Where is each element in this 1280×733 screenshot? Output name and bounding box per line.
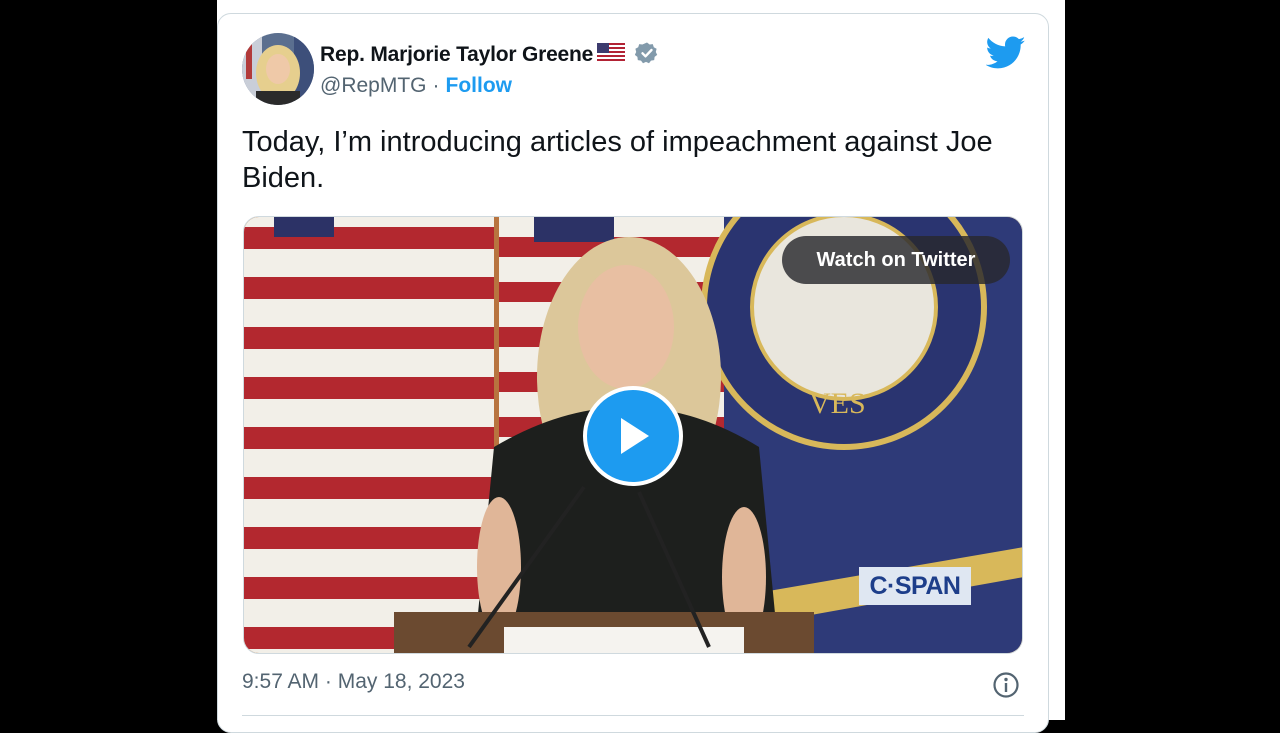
watch-on-twitter-button[interactable]: Watch on Twitter (782, 236, 1010, 284)
author-handle[interactable]: @RepMTG (320, 74, 427, 98)
play-button[interactable] (583, 386, 683, 486)
us-flag-icon (597, 42, 626, 68)
handle-separator: · (432, 74, 440, 97)
follow-button[interactable]: Follow (446, 74, 513, 98)
author-name[interactable]: Rep. Marjorie Taylor Greene (320, 43, 593, 67)
cspan-logo: C·SPAN (859, 567, 971, 605)
author-handle-row: @RepMTG · Follow (320, 72, 512, 100)
tweet-timestamp[interactable]: 9:57 AM · May 18, 2023 (242, 670, 465, 694)
svg-text:VES: VES (809, 387, 866, 420)
video-player[interactable]: VES Watch on Twitter C·SPAN (243, 216, 1023, 654)
play-icon (621, 418, 649, 454)
verified-badge-icon (634, 41, 659, 70)
twitter-bird-icon[interactable] (985, 36, 1026, 70)
avatar[interactable] (242, 33, 314, 105)
tweet-text: Today, I’m introducing articles of impea… (242, 126, 993, 194)
author-name-row: Rep. Marjorie Taylor Greene (320, 40, 659, 70)
divider (242, 715, 1024, 716)
info-icon[interactable] (992, 671, 1020, 699)
